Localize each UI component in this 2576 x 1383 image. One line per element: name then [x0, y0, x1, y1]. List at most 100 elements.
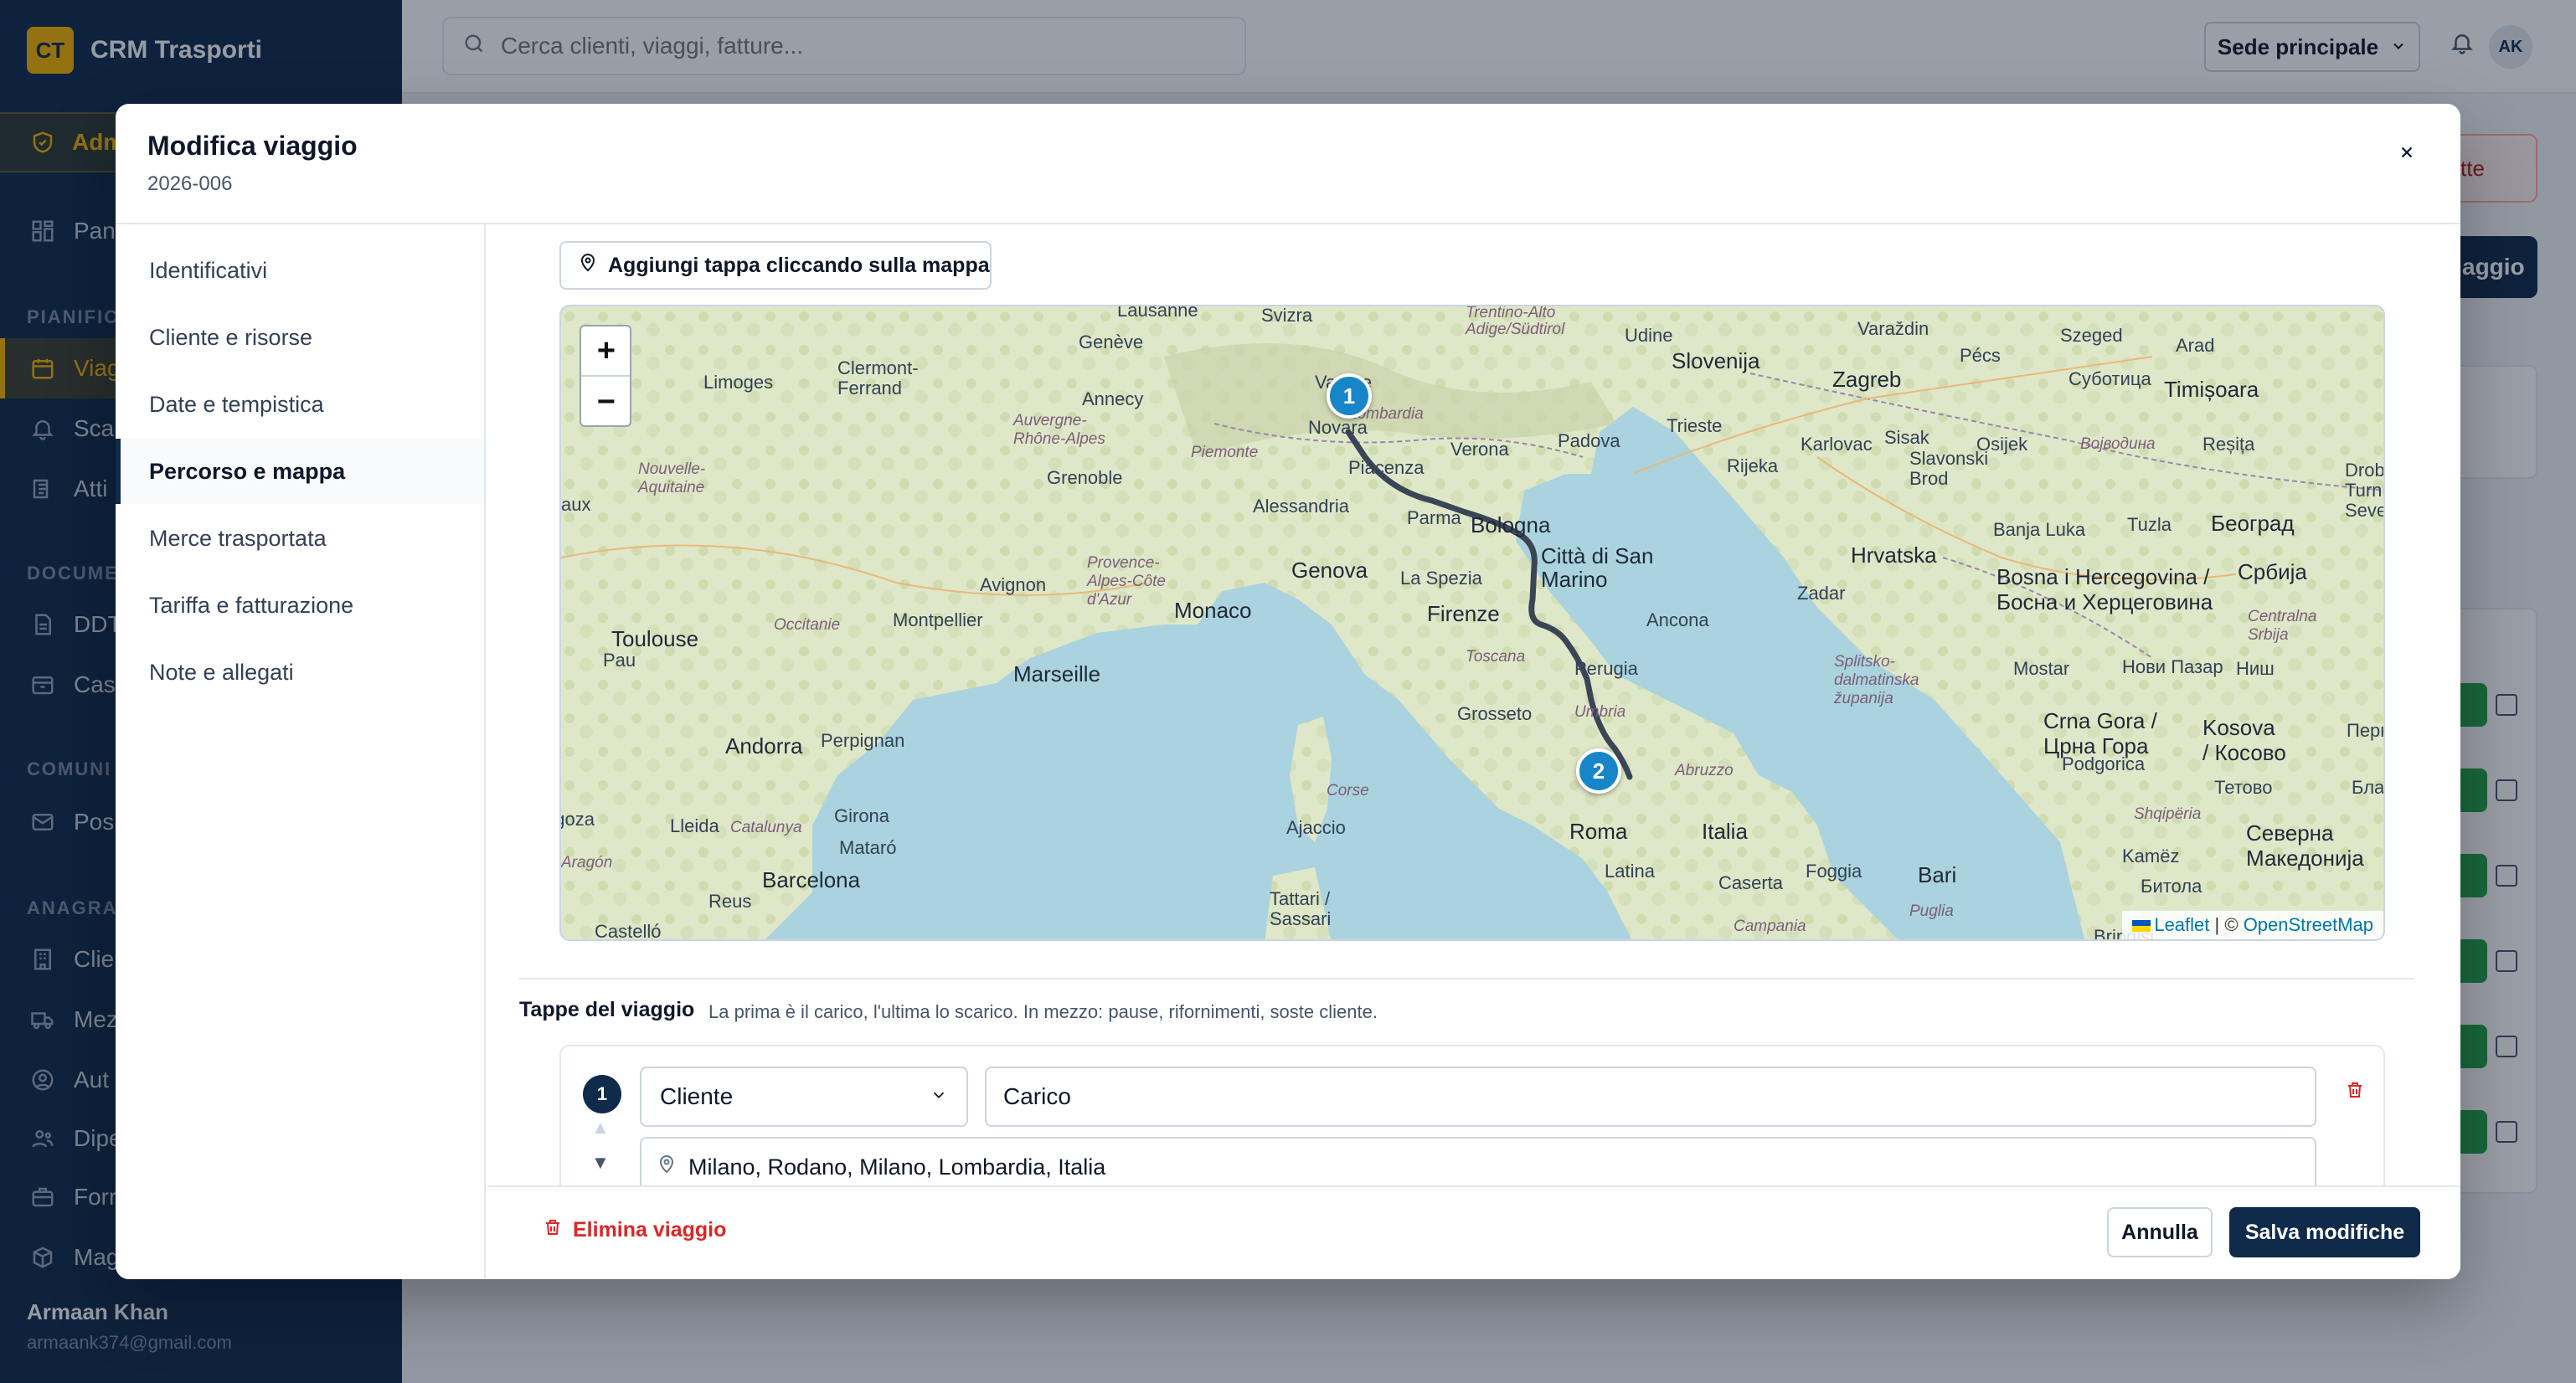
tab-cliente-risorse[interactable]: Cliente e risorse	[116, 305, 484, 370]
stop-type-select[interactable]: Cliente	[640, 1067, 968, 1127]
map-label: Piacenza	[1348, 457, 1425, 478]
tab-tariffa-fatturazione[interactable]: Tariffa e fatturazione	[116, 573, 484, 638]
map-label: Северна Македонија	[2246, 820, 2364, 871]
tab-percorso-mappa[interactable]: Percorso e mappa	[116, 439, 484, 504]
route-marker-end[interactable]: 2	[1576, 748, 1621, 794]
delete-trip-button[interactable]: Elimina viaggio	[543, 1217, 726, 1243]
map-label: Centralna Srbija	[2248, 608, 2317, 644]
map-label: Нови Пазар	[2122, 656, 2223, 677]
map-label: Udine	[1625, 325, 1673, 346]
stops-hint: La prima è il carico, l'ultima lo scaric…	[708, 1001, 1378, 1022]
save-button[interactable]: Salva modifiche	[2229, 1207, 2420, 1257]
map-label: Perpignan	[821, 730, 905, 751]
map-label: Limoges	[703, 372, 774, 393]
map-label: Novara	[1308, 417, 1368, 438]
map-label: Occitanie	[774, 616, 841, 634]
map-label: Italia	[1702, 819, 1748, 844]
move-down-icon[interactable]: ▼	[591, 1152, 610, 1174]
map-label: Kosova / Косово	[2202, 715, 2286, 765]
modal-header: Modifica viaggio 2026-006	[116, 104, 2460, 224]
map-label: Karlovac	[1801, 434, 1873, 455]
stop-name-input[interactable]: Carico	[985, 1067, 2316, 1127]
map-label: Перник	[2347, 720, 2383, 741]
map-label: Castelló	[595, 921, 662, 941]
map-label: Grenoble	[1047, 467, 1123, 488]
map-label: Zadar	[1797, 583, 1846, 604]
add-stop-button[interactable]: Aggiungi tappa cliccando sulla mappa	[559, 241, 992, 290]
map-label: Abruzzo	[1675, 762, 1734, 779]
map-attribution: Leaflet | © OpenStreetMap	[2122, 911, 2383, 939]
map-label: Тетово	[2214, 777, 2273, 798]
map-label: Caserta	[1718, 872, 1784, 893]
stop-address-value: Milano, Rodano, Milano, Lombardia, Itali…	[688, 1154, 1106, 1180]
map-label: Бла	[2352, 777, 2385, 798]
map-label: Mataró	[839, 837, 897, 858]
map-label: agoza	[561, 809, 595, 830]
map-label: Barcelona	[762, 867, 861, 892]
modal-section-nav: Identificativi Cliente e risorse Date e …	[116, 224, 486, 1279]
map-label: Toulouse	[611, 626, 699, 651]
map-label: Girona	[834, 805, 890, 826]
map-label: aux	[561, 494, 591, 515]
modal-body: Aggiungi tappa cliccando sulla mappa Lau…	[487, 224, 2460, 1279]
map-label: Verona	[1450, 439, 1509, 460]
trash-icon[interactable]	[2345, 1080, 2365, 1104]
map-label: Суботица	[2069, 368, 2151, 389]
map-label: Genève	[1079, 332, 1144, 352]
tab-date-tempistica[interactable]: Date e tempistica	[116, 372, 484, 437]
map-label: Sisak	[1884, 427, 1929, 448]
map-label: Bari	[1918, 862, 1957, 887]
map-label: Rijeka	[1727, 455, 1779, 476]
map-label: Kamëz	[2122, 846, 2180, 866]
stop-number: 1	[583, 1075, 621, 1113]
map-label: Roma	[1569, 819, 1628, 844]
tab-note-allegati[interactable]: Note e allegati	[116, 640, 484, 705]
zoom-out-button[interactable]: −	[581, 377, 630, 425]
map-label: Reșița	[2202, 434, 2255, 455]
map-label: Parma	[1407, 507, 1461, 528]
map-label: Campania	[1734, 918, 1806, 935]
map-label: Lleida	[670, 815, 719, 836]
map-label: Bologna	[1471, 512, 1551, 537]
map-label: Montpellier	[893, 609, 983, 630]
map-label: Hrvatska	[1851, 542, 1937, 568]
route-map[interactable]: Lausanne Svizra Trentino-Alto Adige/Südt…	[559, 305, 2385, 941]
map-label: Clermont-Ferrand	[837, 357, 919, 398]
edit-trip-modal: Modifica viaggio 2026-006 Identificativi…	[116, 104, 2460, 1279]
map-label: Provence-Alpes-Côte d'Azur	[1087, 554, 1166, 609]
stop-type-value: Cliente	[660, 1083, 734, 1109]
map-label: Splitsko-dalmatinska županija	[1834, 653, 1919, 707]
cancel-button[interactable]: Annulla	[2107, 1207, 2213, 1257]
tab-identificativi[interactable]: Identificativi	[116, 238, 484, 303]
map-label: Avignon	[980, 574, 1047, 595]
map-zoom-control: + −	[580, 325, 631, 427]
trash-icon	[543, 1217, 563, 1243]
map-label: Shqipëria	[2134, 805, 2202, 823]
map-pin-icon	[657, 1154, 677, 1180]
zoom-in-button[interactable]: +	[581, 326, 630, 377]
openstreetmap-link[interactable]: OpenStreetMap	[2244, 914, 2373, 935]
map-label: Pécs	[1960, 345, 2001, 366]
map-label: Svizra	[1261, 305, 1313, 326]
map-label: Foggia	[1806, 861, 1862, 882]
leaflet-link[interactable]: Leaflet	[2154, 914, 2209, 935]
move-up-icon[interactable]: ▲	[591, 1117, 610, 1139]
close-icon[interactable]	[2388, 134, 2425, 171]
map-label: Tuzla	[2127, 514, 2172, 535]
modal-subtitle: 2026-006	[147, 172, 233, 195]
route-marker-start[interactable]: 1	[1327, 373, 1372, 419]
tab-merce-trasportata[interactable]: Merce trasportata	[116, 506, 484, 571]
map-label: Toscana	[1466, 648, 1526, 666]
stops-title: Tappe del viaggio	[519, 998, 695, 1021]
map-label: Perugia	[1574, 658, 1638, 679]
map-label: Timișoara	[2164, 377, 2259, 402]
map-label: Piemonte	[1191, 444, 1259, 461]
map-label: Annecy	[1082, 388, 1144, 409]
map-label: Zagreb	[1832, 367, 1902, 392]
map-label: Corse	[1327, 782, 1369, 799]
map-label: Slavonski Brod	[1909, 448, 1989, 489]
map-label: Lausanne	[1117, 305, 1198, 321]
add-stop-label: Aggiungi tappa cliccando sulla mappa	[608, 253, 990, 277]
map-label: Alessandria	[1253, 496, 1349, 517]
map-label: Reus	[708, 891, 752, 912]
